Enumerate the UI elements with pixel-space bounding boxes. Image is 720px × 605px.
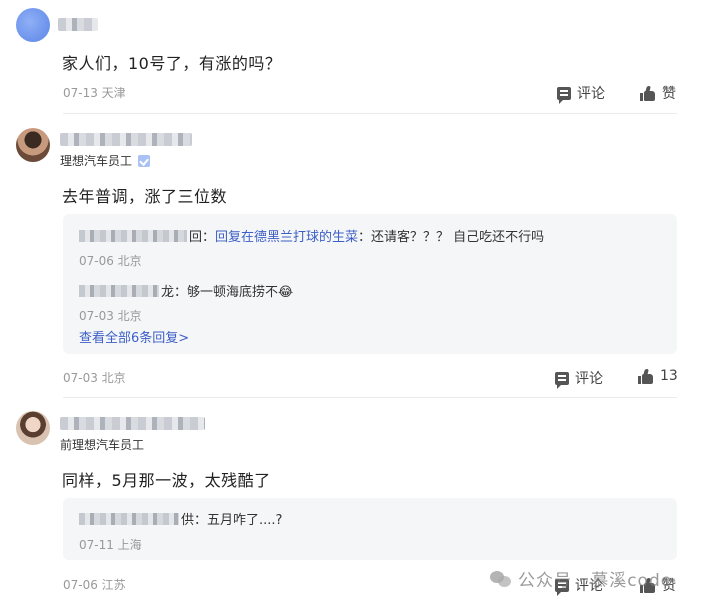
comment-button[interactable]: 评论: [555, 368, 603, 389]
comment-meta: 07-03 北京: [63, 371, 126, 385]
reply-meta: 07-11 上海: [79, 538, 142, 552]
watermark-text: 公众号 · 慕溪code: [518, 571, 673, 591]
avatar[interactable]: [16, 411, 50, 445]
username-blurred[interactable]: [58, 18, 98, 31]
comment-label: 评论: [577, 86, 605, 102]
reply-username-suffix: 回：: [189, 230, 216, 245]
thumbs-up-icon: [638, 368, 654, 384]
reply-text: ：还请客？？？ 自己吃还不行吗: [358, 230, 545, 245]
like-count: 13: [660, 368, 678, 384]
comment-button[interactable]: 评论: [557, 83, 605, 104]
comment-text: 同样，5月那一波，太残酷了: [62, 471, 271, 490]
verified-badge-icon: [138, 154, 151, 167]
comment-meta: 07-13 天津: [63, 86, 126, 100]
view-all-replies-link[interactable]: 查看全部6条回复>: [79, 327, 189, 346]
reply-item[interactable]: 供 ：五月咋了....?: [79, 509, 282, 528]
reply-item[interactable]: 回： 回复在德黑兰打球的生菜 ：还请客？？？ 自己吃还不行吗: [79, 226, 544, 245]
reply-text: ：够一顿海底捞不😂: [174, 285, 294, 300]
reply-box: 供 ：五月咋了....? 07-11 上海: [63, 498, 677, 560]
username-blurred[interactable]: [60, 417, 205, 430]
reply-item[interactable]: 龙 ：够一顿海底捞不😂: [79, 281, 293, 300]
comment-text: 去年普调，涨了三位数: [62, 187, 228, 206]
user-title-text: 理想汽车员工: [60, 154, 133, 168]
comment-text: 家人们，10号了，有涨的吗？: [62, 54, 282, 73]
thumbs-up-icon: [640, 85, 656, 101]
reply-username-blurred: [79, 284, 159, 297]
reply-username-suffix: 龙: [161, 285, 175, 300]
reply-meta: 07-03 北京: [79, 309, 142, 323]
reply-text: ：五月咋了....?: [194, 513, 283, 528]
username-blurred[interactable]: [60, 133, 192, 146]
reply-username-suffix: 供: [181, 513, 195, 528]
like-label: 赞: [662, 86, 676, 102]
comment-icon: [557, 86, 571, 104]
reply-username-blurred: [79, 229, 187, 242]
like-button[interactable]: 赞: [640, 83, 676, 103]
watermark: 公众号 · 慕溪code: [490, 566, 672, 591]
like-button[interactable]: 13: [638, 368, 678, 384]
divider: [63, 113, 677, 114]
wechat-icon: [490, 569, 512, 589]
user-title: 理想汽车员工: [60, 152, 151, 169]
user-title: 前理想汽车员工: [60, 436, 144, 453]
avatar[interactable]: [16, 8, 50, 42]
reply-username-blurred: [79, 512, 179, 525]
reply-box: 回： 回复在德黑兰打球的生菜 ：还请客？？？ 自己吃还不行吗 07-06 北京 …: [63, 214, 677, 354]
reply-to-link[interactable]: 回复在德黑兰打球的生菜: [215, 226, 358, 245]
divider: [63, 397, 677, 398]
comment-meta: 07-06 江苏: [63, 578, 126, 592]
reply-meta: 07-06 北京: [79, 254, 142, 268]
avatar[interactable]: [16, 128, 50, 162]
comment-icon: [555, 371, 569, 389]
comment-label: 评论: [575, 371, 603, 387]
user-title-text: 前理想汽车员工: [60, 438, 145, 452]
